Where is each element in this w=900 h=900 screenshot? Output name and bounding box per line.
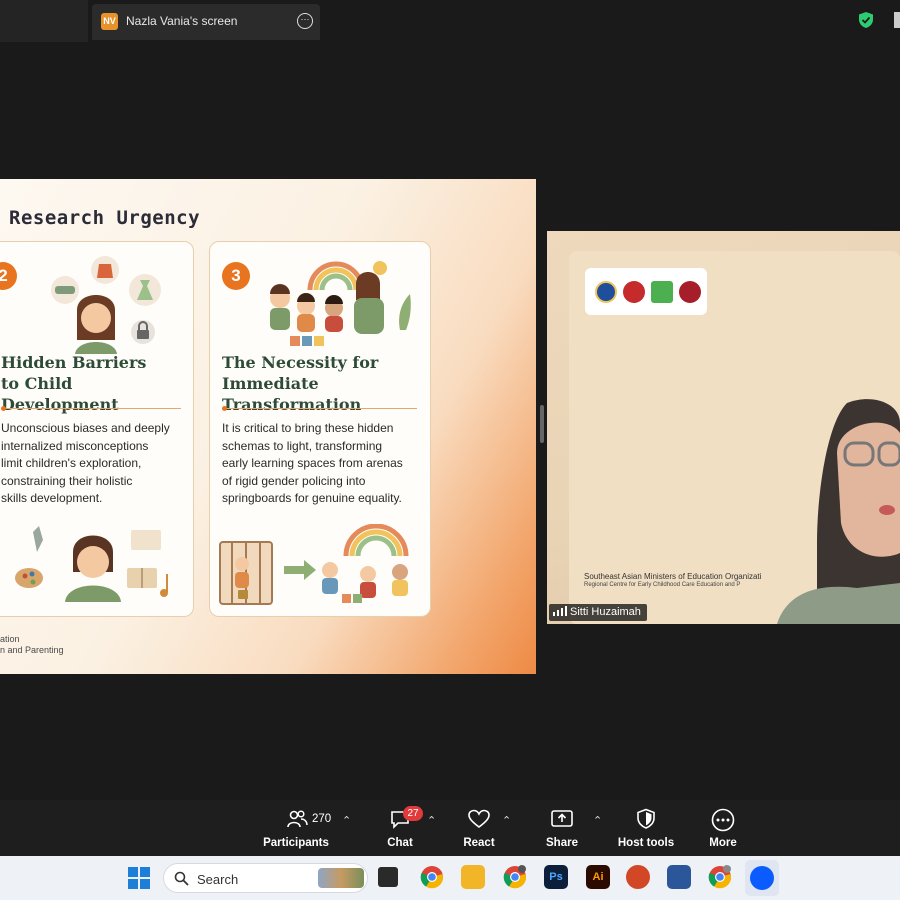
meeting-controls-bar: Participants 270 ⌃ Chat 27 ⌃ React ⌃ Sha… xyxy=(0,800,900,856)
task-view-icon[interactable] xyxy=(378,867,398,887)
more-icon xyxy=(711,808,735,832)
split-view-resize-handle[interactable] xyxy=(540,405,544,443)
participants-label: Participants xyxy=(263,837,329,849)
card3-body-line: It is critical to bring these hidden xyxy=(222,421,394,435)
meeting-top-bar: NV Nazla Vania's screen ⋯ xyxy=(0,0,900,42)
participants-caret-icon[interactable]: ⌃ xyxy=(342,814,351,827)
windows-taskbar: Search Ps Ai xyxy=(0,856,900,900)
child-interests-illustration xyxy=(15,526,168,602)
chrome-profile-icon[interactable] xyxy=(503,865,527,889)
transformation-illustration xyxy=(219,524,409,605)
card-hidden-barriers: 2 Hidden Barriers to Child Development U… xyxy=(0,241,194,617)
more-options-icon[interactable]: ⋯ xyxy=(297,13,313,29)
powerpoint-icon[interactable] xyxy=(626,865,650,889)
card2-body-line: Unconscious biases and deeply xyxy=(1,421,170,435)
logo-icon xyxy=(623,281,645,303)
logo-icon xyxy=(595,281,617,303)
participant-video-tile[interactable]: Southeast Asian Ministers of Education O… xyxy=(547,231,900,624)
card2-body-line: skills development. xyxy=(1,491,103,505)
search-icon xyxy=(174,871,189,886)
card3-body-line: early learning spaces from arenas xyxy=(222,456,403,470)
sharer-initials-badge: NV xyxy=(101,13,118,30)
share-screen-icon xyxy=(551,810,573,827)
card3-divider xyxy=(222,406,417,411)
card-necessity-transformation: 3 The Necessity for Immediate Transforma… xyxy=(209,241,431,617)
participants-icon xyxy=(287,810,308,828)
share-label: Share xyxy=(546,837,578,849)
top-bar-left-area xyxy=(0,0,88,42)
zoom-icon xyxy=(750,866,774,890)
chat-caret-icon[interactable]: ⌃ xyxy=(427,814,436,827)
windows-start-icon[interactable] xyxy=(128,867,150,889)
shared-screen-tab[interactable]: NV Nazla Vania's screen ⋯ xyxy=(92,4,320,40)
photoshop-icon[interactable]: Ps xyxy=(544,865,568,889)
card2-body-line: internalized misconceptions xyxy=(1,439,149,453)
search-highlight-image xyxy=(318,868,364,888)
card3-body-line: of rigid gender policing into xyxy=(222,474,366,488)
slide-title: Research Urgency xyxy=(9,207,201,229)
children-playing-illustration xyxy=(270,261,411,346)
audio-level-icon xyxy=(553,606,567,616)
chrome-icon[interactable] xyxy=(420,865,444,889)
host-tools-label: Host tools xyxy=(617,837,675,849)
organization-subtitle: Regional Centre for Early Childhood Care… xyxy=(584,582,741,588)
illustrator-icon[interactable]: Ai xyxy=(586,865,610,889)
chrome-profile-2-icon[interactable] xyxy=(708,865,732,889)
chat-label: Chat xyxy=(387,837,413,849)
shield-icon xyxy=(637,808,655,829)
file-explorer-icon[interactable] xyxy=(461,865,485,889)
word-icon[interactable] xyxy=(667,865,691,889)
participant-person-image xyxy=(777,399,900,624)
card-number-3: 3 xyxy=(222,262,250,290)
slide-footer-line1: ation xyxy=(0,634,20,644)
child-thinking-illustration xyxy=(51,256,161,354)
organization-name: Southeast Asian Ministers of Education O… xyxy=(584,572,762,581)
card2-divider xyxy=(1,406,181,411)
card3-title-line1: The Necessity for xyxy=(222,353,379,372)
shared-screen-title: Nazla Vania's screen xyxy=(126,14,238,28)
partner-logos-panel xyxy=(585,268,707,315)
card2-body-line: limit children's exploration, xyxy=(1,456,142,470)
card-number-2: 2 xyxy=(0,262,17,290)
card3-body-line: schemas to light, transforming xyxy=(222,439,383,453)
taskbar-search-box[interactable]: Search xyxy=(163,863,368,893)
react-label: React xyxy=(463,837,495,849)
logo-icon xyxy=(651,281,673,303)
shared-slide: Research Urgency 2 Hidden Barriers to Ch… xyxy=(0,179,536,674)
slide-footer-line2: n and Parenting xyxy=(0,645,64,655)
search-placeholder: Search xyxy=(197,872,239,887)
logo-icon xyxy=(679,281,701,303)
participant-name-label: Sitti Huzaimah xyxy=(549,604,647,621)
react-caret-icon[interactable]: ⌃ xyxy=(502,814,511,827)
card3-body-line: springboards for genuine equality. xyxy=(222,491,402,505)
encryption-shield-icon[interactable] xyxy=(858,11,874,29)
heart-icon xyxy=(468,809,490,829)
more-label: More xyxy=(709,837,737,849)
card2-title-line1: Hidden Barriers xyxy=(1,353,147,372)
participant-name: Sitti Huzaimah xyxy=(570,606,641,618)
card2-body-line: constraining their holistic xyxy=(1,474,133,488)
zoom-app-active[interactable] xyxy=(745,860,779,896)
share-caret-icon[interactable]: ⌃ xyxy=(593,814,602,827)
chat-unread-badge: 27 xyxy=(403,806,423,821)
slide-footer: ation n and Parenting xyxy=(0,634,64,656)
participants-count: 270 xyxy=(312,813,332,825)
view-button-edge[interactable] xyxy=(894,12,900,28)
